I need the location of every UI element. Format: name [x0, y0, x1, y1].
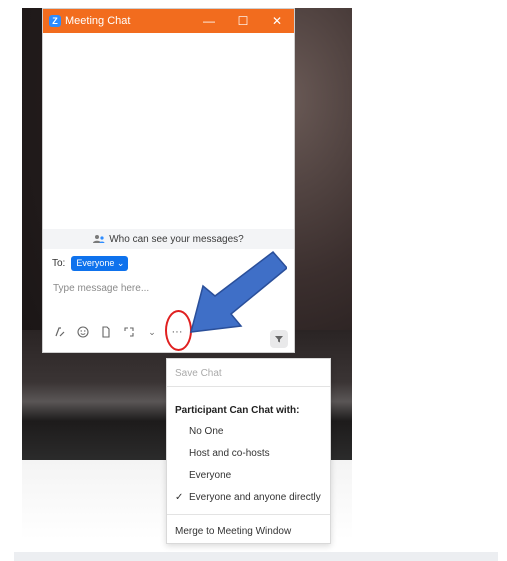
people-icon	[93, 235, 105, 243]
message-placeholder: Type message here...	[53, 283, 150, 294]
visibility-notice-text: Who can see your messages?	[109, 233, 244, 245]
chat-toolbar: ⌄ ···	[10, 325, 186, 339]
title-bar[interactable]: Z Meeting Chat — ☐ ✕	[43, 9, 294, 33]
menu-section-title: Participant Can Chat with:	[175, 405, 300, 416]
zoom-logo-icon: Z	[49, 15, 61, 27]
annotation-arrow	[189, 250, 287, 333]
recipient-value: Everyone	[76, 258, 115, 268]
emoji-icon[interactable]	[76, 325, 90, 339]
chevron-down-icon[interactable]: ⌄	[145, 325, 159, 339]
save-chat-item[interactable]: Save Chat	[175, 368, 222, 379]
check-icon: ✓	[175, 492, 184, 503]
minimize-button[interactable]: —	[192, 9, 226, 33]
menu-option-everyone[interactable]: Everyone	[189, 470, 231, 481]
more-options-menu: Save Chat Participant Can Chat with: No …	[166, 358, 331, 544]
chevron-down-icon: ⌄	[116, 258, 125, 268]
taskbar-strip	[14, 552, 498, 561]
format-icon[interactable]	[53, 325, 67, 339]
screenshot-icon[interactable]	[122, 325, 136, 339]
menu-option-everyone-directly[interactable]: Everyone and anyone directly	[189, 492, 321, 503]
window-title: Meeting Chat	[65, 15, 131, 27]
recipient-dropdown[interactable]: Everyone ⌄	[71, 256, 129, 271]
menu-option-no-one[interactable]: No One	[189, 426, 223, 437]
menu-divider	[167, 386, 330, 387]
menu-divider	[167, 514, 330, 515]
menu-option-host-cohosts[interactable]: Host and co-hosts	[189, 448, 270, 459]
close-button[interactable]: ✕	[260, 9, 294, 33]
to-label: To:	[52, 258, 66, 269]
maximize-button[interactable]: ☐	[226, 9, 260, 33]
merge-to-meeting-item[interactable]: Merge to Meeting Window	[175, 526, 291, 537]
file-icon[interactable]	[99, 325, 113, 339]
visibility-notice[interactable]: Who can see your messages?	[43, 229, 294, 249]
message-list[interactable]	[43, 33, 294, 229]
